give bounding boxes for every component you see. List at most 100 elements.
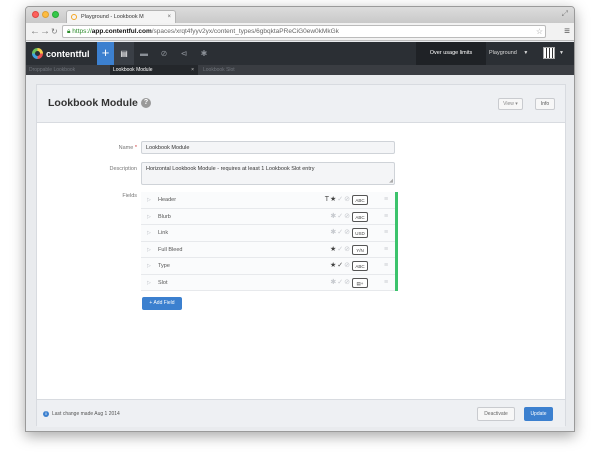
drag-handle-icon[interactable]: ≡ (384, 195, 388, 204)
browser-menu-icon[interactable]: ≡ (564, 25, 570, 39)
resize-grip-icon[interactable]: ◢ (389, 179, 393, 184)
add-field-button[interactable]: + Add Field (142, 297, 182, 310)
field-name: Blurb (158, 213, 171, 220)
content-types-nav-icon[interactable]: ▤ (114, 42, 134, 65)
expand-caret-icon[interactable]: ▷ (147, 214, 151, 220)
info-button[interactable]: Info (535, 98, 555, 110)
field-flags: T★✓⊘ (311, 195, 351, 204)
contentful-logo-icon (32, 48, 43, 59)
plus-icon: + (101, 45, 110, 60)
page-title: Lookbook Module (48, 97, 138, 109)
browser-window: Playground - Lookbook M × ⤢ ← → ↻ 🔒︎ htt… (25, 6, 575, 432)
disabled-circle-icon[interactable]: ⊘ (344, 213, 351, 220)
field-flags: ✱✓⊘ (311, 278, 351, 287)
settings-gear-icon[interactable]: ✱ (194, 42, 214, 65)
reload-icon[interactable]: ↻ (51, 25, 58, 39)
url-host: app.contentful.com (91, 28, 152, 35)
field-row[interactable]: ▷ Blurb ✱✓⊘ ABC ≡ (141, 208, 398, 225)
expand-caret-icon[interactable]: ▷ (147, 197, 151, 203)
app-header: contentful + ▤ ▬ ⊘ ⊲ ✱ Over usage limits… (26, 42, 574, 65)
forward-arrow-icon[interactable]: → (40, 25, 50, 39)
chevron-down-icon: ▼ (523, 50, 529, 56)
expand-caret-icon[interactable]: ▷ (147, 263, 151, 269)
maximize-window-icon[interactable] (52, 11, 59, 18)
field-status-bar (395, 274, 398, 291)
entity-tab-label: Lookbook Module (113, 67, 153, 73)
fields-label: Fields (122, 193, 137, 199)
drag-handle-icon[interactable]: ≡ (384, 228, 388, 237)
disabled-circle-icon[interactable]: ⊘ (344, 279, 351, 286)
disabled-circle-icon[interactable]: ⊘ (344, 246, 351, 253)
expand-caret-icon[interactable]: ▷ (147, 247, 151, 253)
field-status-bar (395, 208, 398, 225)
user-avatar[interactable] (543, 47, 555, 59)
api-nav-icon[interactable]: ⊲ (174, 42, 194, 65)
help-icon[interactable]: ? (141, 98, 151, 108)
contentful-logo[interactable]: contentful (32, 47, 90, 60)
entity-tab-lookbook-slot[interactable]: Lookbook Slot (200, 65, 282, 75)
address-bar[interactable]: 🔒︎ https://app.contentful.com/spaces/xrq… (62, 25, 546, 38)
field-type-badge: Y/N (352, 244, 368, 255)
expand-caret-icon[interactable]: ▷ (147, 280, 151, 286)
entity-tab-droppable-lookbook[interactable]: Droppable Lookbook (26, 65, 108, 75)
field-status-bar (395, 241, 398, 258)
space-selector[interactable]: Playground ▼ (489, 42, 539, 65)
drag-handle-icon[interactable]: ≡ (384, 245, 388, 254)
name-input[interactable]: Lookbook Module (141, 141, 395, 154)
contentful-favicon-icon (71, 14, 77, 20)
entity-tab-label: Lookbook Slot (203, 67, 235, 73)
browser-tab-close-icon[interactable]: × (167, 11, 171, 23)
field-name: Type (158, 263, 170, 269)
drag-handle-icon[interactable]: ≡ (384, 212, 388, 221)
secure-lock-icon: 🔒︎ (67, 28, 71, 35)
required-marker: * (134, 145, 137, 151)
entity-tab-close-icon[interactable]: × (191, 65, 194, 75)
field-type-badge: USD (352, 228, 368, 238)
entity-tabs: Droppable Lookbook Lookbook Module × Loo… (26, 65, 574, 75)
field-row[interactable]: ▷ Type ★✓⊘ ABC ≡ (141, 258, 398, 275)
field-flags: ★✓⊘ (311, 245, 351, 254)
url-path: /spaces/xrqt4fyyv2yx/content_types/6gbqk… (151, 28, 339, 35)
field-name: Full Bleed (158, 246, 183, 253)
name-label: Name * (118, 145, 137, 151)
field-row[interactable]: ▷ Link ✱✓⊘ USD ≡ (141, 225, 398, 242)
last-change-text: Last change made Aug 1 2014 (52, 411, 120, 417)
expand-caret-icon[interactable]: ▷ (147, 230, 151, 236)
browser-tab[interactable]: Playground - Lookbook M × (66, 10, 176, 23)
field-row[interactable]: ▷ Full Bleed ★✓⊘ Y/N ≡ (141, 241, 398, 258)
editor-header: Lookbook Module ? View ▾ Info (37, 85, 565, 123)
entity-tab-lookbook-module[interactable]: Lookbook Module × (110, 65, 198, 75)
brand-name: contentful (46, 48, 90, 59)
minimize-window-icon[interactable] (42, 11, 49, 18)
add-entry-button[interactable]: + (97, 42, 114, 65)
assets-nav-icon[interactable]: ⊘ (154, 42, 174, 65)
url-scheme: https:// (72, 28, 92, 35)
field-row[interactable]: ▷ Header T★✓⊘ ABC ≡ (141, 192, 398, 209)
description-text: Horizontal Lookbook Module - requires at… (146, 166, 315, 172)
close-window-icon[interactable] (32, 11, 39, 18)
usage-limits-link[interactable]: Over usage limits (416, 42, 486, 65)
user-menu-chevron-icon[interactable]: ▼ (559, 42, 564, 65)
browser-tab-strip: Playground - Lookbook M × ⤢ (26, 7, 574, 23)
browser-toolbar: ← → ↻ 🔒︎ https://app.contentful.com/spac… (26, 23, 574, 41)
drag-handle-icon[interactable]: ≡ (384, 261, 388, 270)
update-button[interactable]: Update (524, 407, 553, 421)
field-status-bar (395, 225, 398, 242)
disabled-circle-icon[interactable]: ⊘ (344, 229, 351, 236)
info-icon: i (43, 411, 49, 417)
field-name: Slot (158, 279, 168, 286)
description-textarea[interactable]: Horizontal Lookbook Module - requires at… (141, 162, 395, 185)
entries-nav-icon[interactable]: ▬ (134, 42, 154, 65)
disabled-circle-icon[interactable]: ⊘ (344, 262, 351, 269)
deactivate-button[interactable]: Deactivate (477, 407, 515, 421)
disabled-circle-icon[interactable]: ⊘ (344, 196, 351, 203)
view-button[interactable]: View ▾ (498, 98, 523, 110)
field-name: Link (158, 230, 169, 236)
fullscreen-icon[interactable]: ⤢ (562, 9, 568, 19)
field-row[interactable]: ▷ Slot ✱✓⊘ ▤+ ≡ (141, 274, 398, 291)
back-arrow-icon[interactable]: ← (30, 25, 40, 39)
description-label: Description (109, 166, 137, 172)
drag-handle-icon[interactable]: ≡ (384, 278, 388, 287)
field-status-bar (395, 192, 398, 209)
bookmark-star-icon[interactable]: ☆ (536, 26, 543, 37)
